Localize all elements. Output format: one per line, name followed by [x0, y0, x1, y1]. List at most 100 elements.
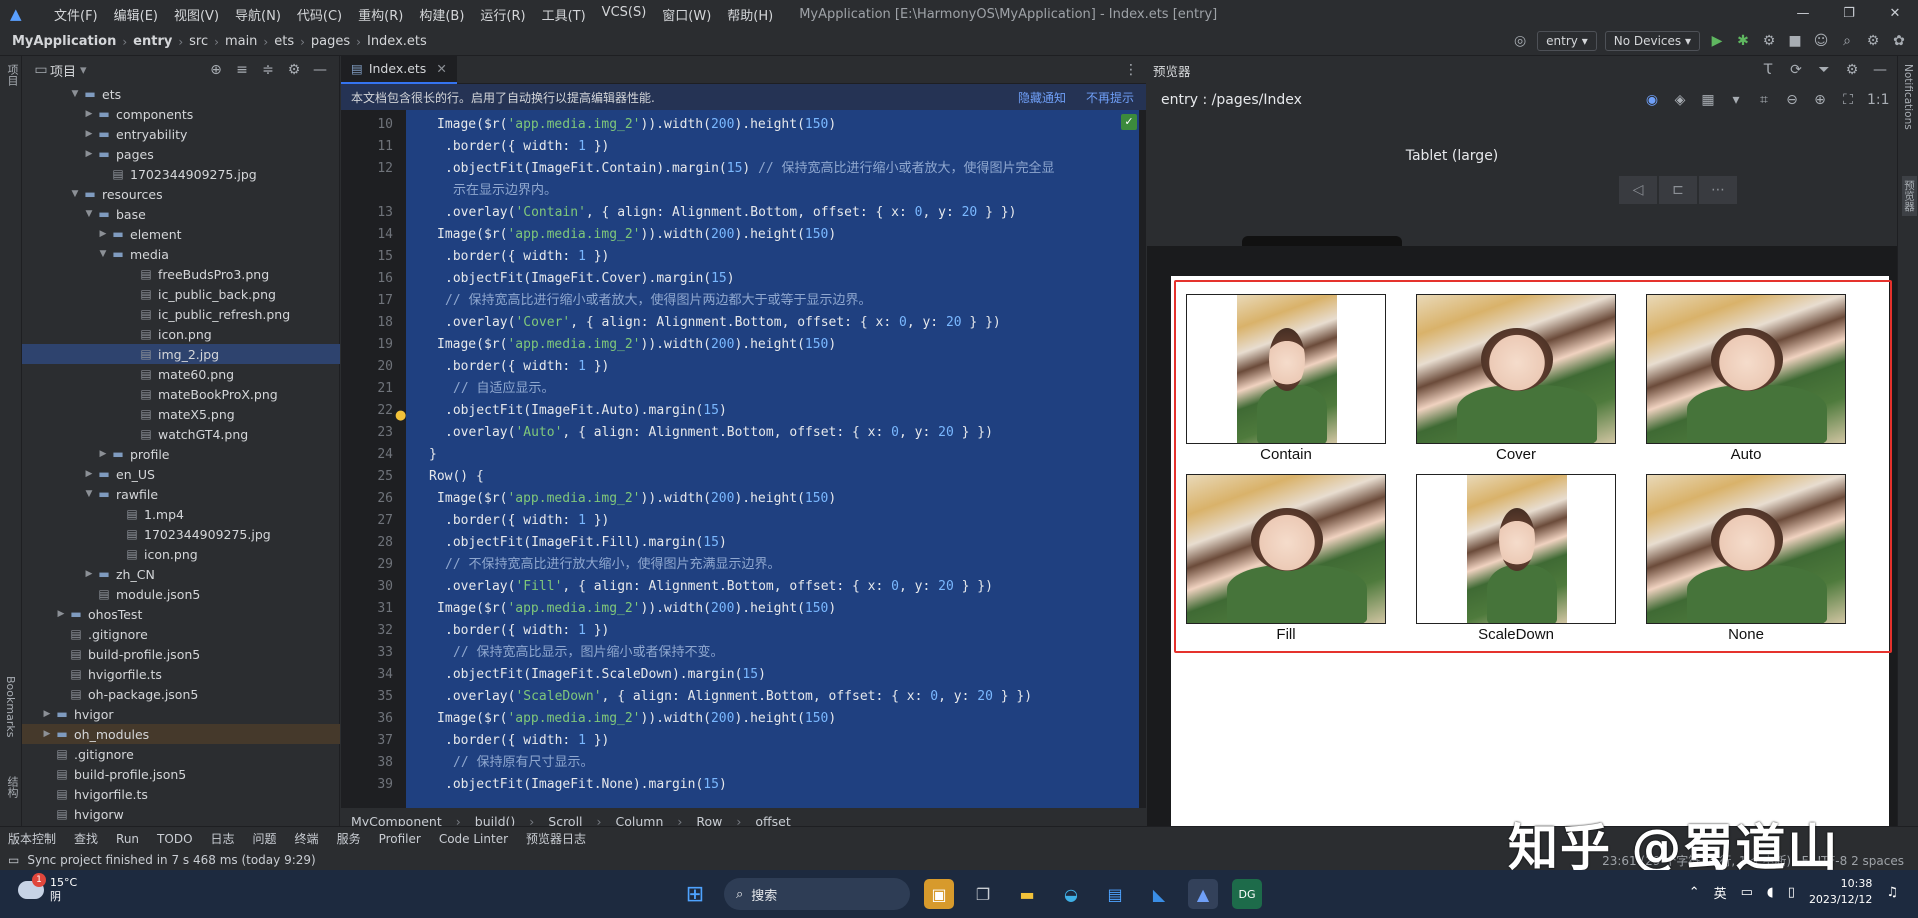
code-line[interactable]: 15 .border({ width: 1 }) [341, 246, 1139, 268]
refresh-icon[interactable]: ⟳ [1787, 62, 1805, 78]
code-line[interactable]: 25 Row() { [341, 466, 1139, 488]
close-tab-icon[interactable]: ✕ [436, 61, 446, 76]
chevron-right-icon[interactable]: ▶ [54, 609, 68, 619]
preview-image-fill[interactable] [1186, 474, 1386, 624]
tool-window-tab[interactable]: 预览器日志 [526, 830, 586, 847]
code-line[interactable]: 17 // 保持宽高比进行缩小或者放大，使得图片两边都大于或等于显示边界。 [341, 290, 1139, 312]
structure-tool-tab[interactable]: 结构 [4, 776, 20, 798]
code-line[interactable]: 12 .objectFit(ImageFit.Contain).margin(15… [341, 158, 1139, 180]
chevron-down-icon[interactable]: ▼ [68, 89, 82, 99]
tool-window-tab[interactable]: 服务 [337, 830, 361, 847]
tree-item[interactable]: ▤ ic_public_back.png [22, 284, 340, 304]
tree-item[interactable]: ▤ .gitignore [22, 624, 340, 644]
more-icon[interactable]: ⋯ [1699, 176, 1737, 204]
tool-window-tab[interactable]: 问题 [253, 830, 277, 847]
tool-window-tab[interactable]: Profiler [379, 832, 421, 846]
tree-item[interactable]: ▤ hvigorw [22, 804, 340, 824]
clock[interactable]: 10:38 2023/12/12 [1809, 876, 1872, 908]
tree-item[interactable]: ▤ mate60.png [22, 364, 340, 384]
locate-icon[interactable]: ⊕ [207, 62, 225, 78]
tree-item[interactable]: ▤ hvigorfile.ts [22, 664, 340, 684]
tree-item[interactable]: ▤ 1702344909275.jpg [22, 164, 340, 184]
tree-item[interactable]: ▤ watchGT4.png [22, 424, 340, 444]
code-line[interactable]: 35 .overlay('ScaleDown', { align: Alignme… [341, 686, 1139, 708]
collapse-all-icon[interactable]: ≑ [259, 62, 277, 78]
harmony-icon[interactable]: ✿ [1890, 33, 1908, 49]
inspect-icon[interactable]: ◉ [1643, 92, 1661, 108]
filter-icon[interactable]: ⏷ [1815, 62, 1833, 78]
chevron-down-icon[interactable]: ▼ [96, 249, 110, 259]
crumb-module[interactable]: entry [133, 34, 172, 49]
tree-item[interactable]: ▼ ▬ media [22, 244, 340, 264]
text-icon[interactable]: Ꚍ [1759, 62, 1777, 78]
chevron-down-icon[interactable]: ▼ [82, 489, 96, 499]
crumb-project[interactable]: MyApplication [12, 34, 116, 49]
chevron-up-icon[interactable]: ⌃ [1689, 885, 1700, 900]
tree-item[interactable]: ▤ mateX5.png [22, 404, 340, 424]
user-icon[interactable]: ☺ [1812, 33, 1830, 49]
code-line[interactable]: 37 .border({ width: 1 }) [341, 730, 1139, 752]
tool-window-tab[interactable]: Run [116, 832, 139, 846]
tree-item[interactable]: ▶ ▬ components [22, 104, 340, 124]
preview-image-auto[interactable] [1646, 294, 1846, 444]
menu-item-7[interactable]: 运行(R) [472, 5, 533, 24]
code-line[interactable]: 16 .objectFit(ImageFit.Cover).margin(15) [341, 268, 1139, 290]
notifications-tool-tab[interactable]: Notifications [1902, 64, 1914, 130]
chevron-right-icon[interactable]: ▶ [82, 129, 96, 139]
chevron-right-icon[interactable]: ▶ [82, 569, 96, 579]
tree-item[interactable]: ▤ 1.mp4 [22, 504, 340, 524]
menu-item-8[interactable]: 工具(T) [534, 5, 594, 24]
crumb-src[interactable]: src [189, 34, 208, 49]
gear-icon[interactable]: ⚙ [285, 62, 303, 78]
code-line[interactable]: 21 // 自适应显示。 [341, 378, 1139, 400]
file-explorer-icon[interactable]: ▬ [1012, 879, 1042, 909]
code-line[interactable]: 30 .overlay('Fill', { align: Alignment.Bo… [341, 576, 1139, 598]
stop-icon[interactable]: ■ [1786, 33, 1804, 49]
tree-item[interactable]: ▼ ▬ ets [22, 84, 340, 104]
preview-image-none[interactable] [1646, 474, 1846, 624]
code-line[interactable]: 20 .border({ width: 1 }) [341, 356, 1139, 378]
code-area[interactable]: 10 Image($r('app.media.img_2')).width(200… [341, 110, 1146, 808]
ime-indicator[interactable]: 英 [1714, 883, 1727, 902]
tree-item[interactable]: ▤ icon.png [22, 324, 340, 344]
tree-item[interactable]: ▤ oh-package.json5 [22, 684, 340, 704]
search-box[interactable]: ⌕ 搜索 [724, 878, 910, 910]
crop-icon[interactable]: ⌗ [1755, 92, 1773, 108]
tool-window-tab[interactable]: TODO [157, 832, 192, 846]
tree-item[interactable]: ▤ .gitignore [22, 744, 340, 764]
tree-item[interactable]: ▶ ▬ zh_CN [22, 564, 340, 584]
gear-icon[interactable]: ⚙ [1843, 62, 1861, 78]
code-line[interactable]: 38 // 保持原有尺寸显示。 [341, 752, 1139, 774]
code-line[interactable]: 27 .border({ width: 1 }) [341, 510, 1139, 532]
code-line[interactable]: 33 // 保持宽高比显示，图片缩小或者保持不变。 [341, 642, 1139, 664]
attach-icon[interactable]: ⚙ [1760, 33, 1778, 49]
rotate-icon[interactable]: ⊏ [1659, 176, 1697, 204]
menu-item-4[interactable]: 代码(C) [289, 5, 350, 24]
bookmarks-tool-tab[interactable]: Bookmarks [4, 676, 17, 737]
tool-window-tab[interactable]: Code Linter [439, 832, 508, 846]
chevron-down-icon[interactable]: ▾ [1727, 92, 1745, 108]
code-line[interactable]: 11 .border({ width: 1 }) [341, 136, 1139, 158]
volume-icon[interactable]: ◖ [1767, 885, 1774, 900]
tree-item[interactable]: ▶ ▬ hvigor [22, 704, 340, 724]
target-icon[interactable]: ◎ [1511, 33, 1529, 49]
code-line[interactable]: 22 .objectFit(ImageFit.Auto).margin(15) [341, 400, 1139, 422]
dont-show-link[interactable]: 不再提示 [1086, 89, 1134, 106]
notification-bell-icon[interactable]: ♫ [1886, 885, 1898, 900]
code-line[interactable]: 39 .objectFit(ImageFit.None).margin(15) [341, 774, 1139, 796]
tree-item[interactable]: ▼ ▬ base [22, 204, 340, 224]
tree-item[interactable]: ▤ module.json5 [22, 584, 340, 604]
tree-item[interactable]: ▶ ▬ en_US [22, 464, 340, 484]
menu-item-9[interactable]: VCS(S) [594, 5, 655, 24]
tab-index-ets[interactable]: ▤ Index.ets ✕ [341, 55, 457, 84]
tree-item[interactable]: ▶ ▬ element [22, 224, 340, 244]
layout-icon[interactable]: ▭ [8, 853, 19, 867]
chevron-right-icon[interactable]: ▶ [40, 729, 54, 739]
device-select[interactable]: No Devices ▾ [1604, 31, 1700, 51]
preview-image-contain[interactable] [1186, 294, 1386, 444]
tree-item[interactable]: ▤ hvigorfile.ts [22, 784, 340, 804]
datagrip-icon[interactable]: DG [1232, 879, 1262, 909]
code-line[interactable]: 31 Image($r('app.media.img_2')).width(200… [341, 598, 1139, 620]
chevron-down-icon[interactable]: ▼ [82, 209, 96, 219]
tool-window-tab[interactable]: 日志 [211, 830, 235, 847]
